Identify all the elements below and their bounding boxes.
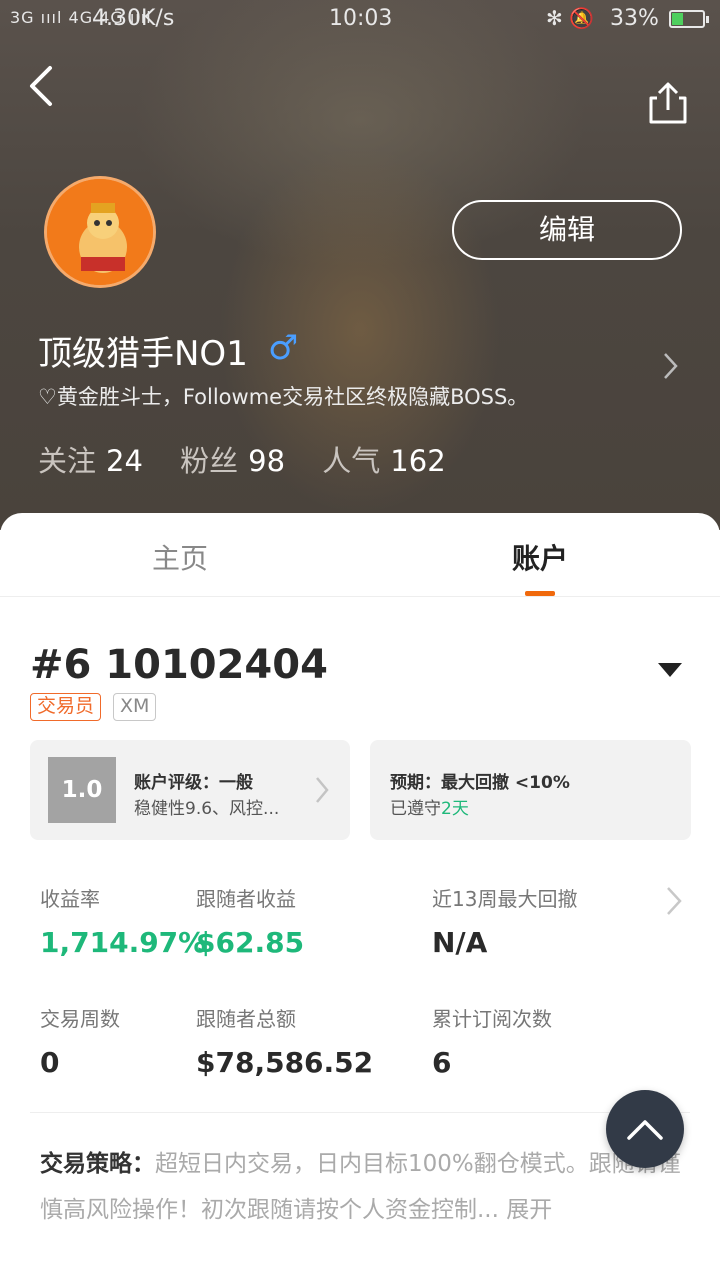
metric-follower-profit: 跟随者收益 $62.85	[196, 887, 305, 959]
strategy-label: 交易策略：	[40, 1151, 155, 1177]
male-icon: ♂	[268, 328, 299, 368]
metric-max-drawdown: 近13周最大回撤 N/A	[432, 887, 578, 959]
expectation-title: 预期：最大回撤 <10%	[390, 773, 570, 793]
chevron-right-icon	[667, 887, 682, 915]
profile-header: 3G ıııl 4G 4G ıııl 4.30K/s 10:03 ✻ 🔕 33%…	[0, 0, 720, 530]
tab-account[interactable]: 账户	[512, 537, 568, 577]
divider	[30, 1112, 690, 1113]
rating-detail: 稳健性9.6、风控...	[134, 799, 280, 819]
chevron-left-icon	[30, 66, 52, 106]
back-button[interactable]	[26, 62, 66, 110]
profile-detail-button[interactable]	[660, 350, 680, 382]
username: 顶级猎手NO1	[38, 334, 248, 374]
expectation-detail: 已遵守2天	[390, 799, 469, 819]
expand-link[interactable]: 展开	[506, 1197, 552, 1223]
user-bio: ♡黄金胜斗士，Followme交易社区终极隐藏BOSS。	[38, 385, 529, 409]
status-icons: ✻ 🔕	[546, 6, 595, 30]
account-id: #6 10102404	[30, 642, 328, 688]
stat-popularity[interactable]: 人气 162	[322, 444, 445, 478]
avatar[interactable]	[44, 176, 156, 288]
chevron-right-icon	[316, 777, 329, 803]
battery-icon	[669, 10, 709, 28]
account-rating-card[interactable]: 1.0 账户评级：一般 稳健性9.6、风控...	[30, 740, 350, 840]
share-icon	[649, 82, 687, 124]
caret-down-icon	[658, 663, 682, 677]
share-button[interactable]	[645, 80, 691, 126]
profile-stats: 关注 24 粉丝 98 人气 162	[38, 438, 474, 480]
strategy-text: 交易策略：超短日内交易，日内目标100%翻仓模式。跟随请谨慎高风险操作！初次跟随…	[40, 1141, 690, 1233]
scroll-to-top-button[interactable]	[606, 1090, 684, 1168]
tab-home[interactable]: 主页	[152, 537, 208, 577]
expectation-card: 预期：最大回撤 <10% 已遵守2天	[370, 740, 691, 840]
role-badge: 交易员	[30, 693, 102, 721]
metrics-detail-button[interactable]	[664, 885, 684, 917]
network-speed: 4.30K/s	[92, 6, 175, 31]
battery-level	[672, 13, 683, 25]
avatar-image	[47, 179, 153, 285]
broker-badge: XM	[113, 693, 157, 721]
stat-following[interactable]: 关注 24	[38, 444, 143, 478]
clock: 10:03	[329, 6, 393, 31]
stat-followers[interactable]: 粉丝 98	[180, 444, 285, 478]
rating-score: 1.0	[48, 757, 116, 823]
metric-return-rate: 收益率 1,714.97%	[40, 887, 207, 959]
active-tab-indicator	[525, 591, 555, 596]
rating-title: 账户评级：一般	[134, 773, 253, 793]
metric-subscriptions: 累计订阅次数 6	[432, 1007, 552, 1079]
metric-follower-total: 跟随者总额 $78,586.52	[196, 1007, 374, 1079]
account-card: 主页 账户 #6 10102404 交易员 XM 1.0 账户评级：一般 稳健性…	[0, 513, 720, 1280]
chevron-right-icon	[664, 353, 678, 379]
battery-percent: 33%	[610, 6, 659, 31]
chevron-up-icon	[627, 1120, 663, 1140]
metric-trading-weeks: 交易周数 0	[40, 1007, 120, 1079]
status-bar: 3G ıııl 4G 4G ıııl 4.30K/s 10:03 ✻ 🔕 33%	[0, 0, 720, 40]
account-dropdown[interactable]	[656, 661, 684, 679]
edit-profile-button[interactable]: 编辑	[452, 200, 682, 260]
tab-bar: 主页 账户	[0, 513, 720, 597]
